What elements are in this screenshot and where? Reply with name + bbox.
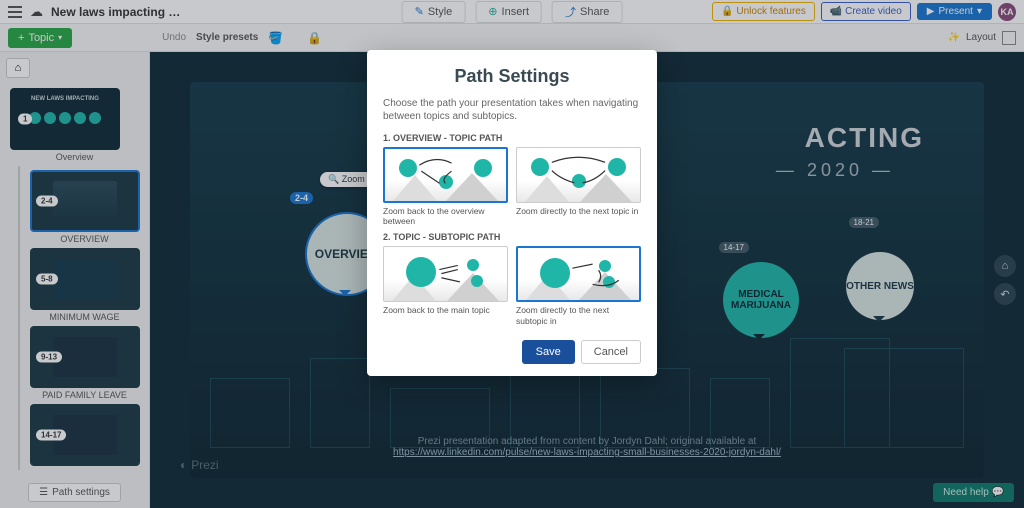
- path-settings-modal: Path Settings Choose the path your prese…: [367, 50, 657, 376]
- section-1-label: 1. OVERVIEW - TOPIC PATH: [383, 133, 641, 143]
- option-overview-zoom-back[interactable]: Zoom back to the overview between: [383, 147, 508, 226]
- option-subtopic-zoom-direct[interactable]: Zoom directly to the next subtopic in: [516, 246, 641, 325]
- modal-description: Choose the path your presentation takes …: [383, 97, 641, 123]
- modal-title: Path Settings: [383, 66, 641, 87]
- save-button[interactable]: Save: [522, 340, 575, 364]
- option-overview-zoom-direct[interactable]: Zoom directly to the next topic in: [516, 147, 641, 226]
- option-subtopic-zoom-back[interactable]: Zoom back to the main topic: [383, 246, 508, 325]
- section-2-label: 2. TOPIC - SUBTOPIC PATH: [383, 232, 641, 242]
- modal-backdrop[interactable]: Path Settings Choose the path your prese…: [0, 0, 1024, 508]
- cancel-button[interactable]: Cancel: [581, 340, 641, 364]
